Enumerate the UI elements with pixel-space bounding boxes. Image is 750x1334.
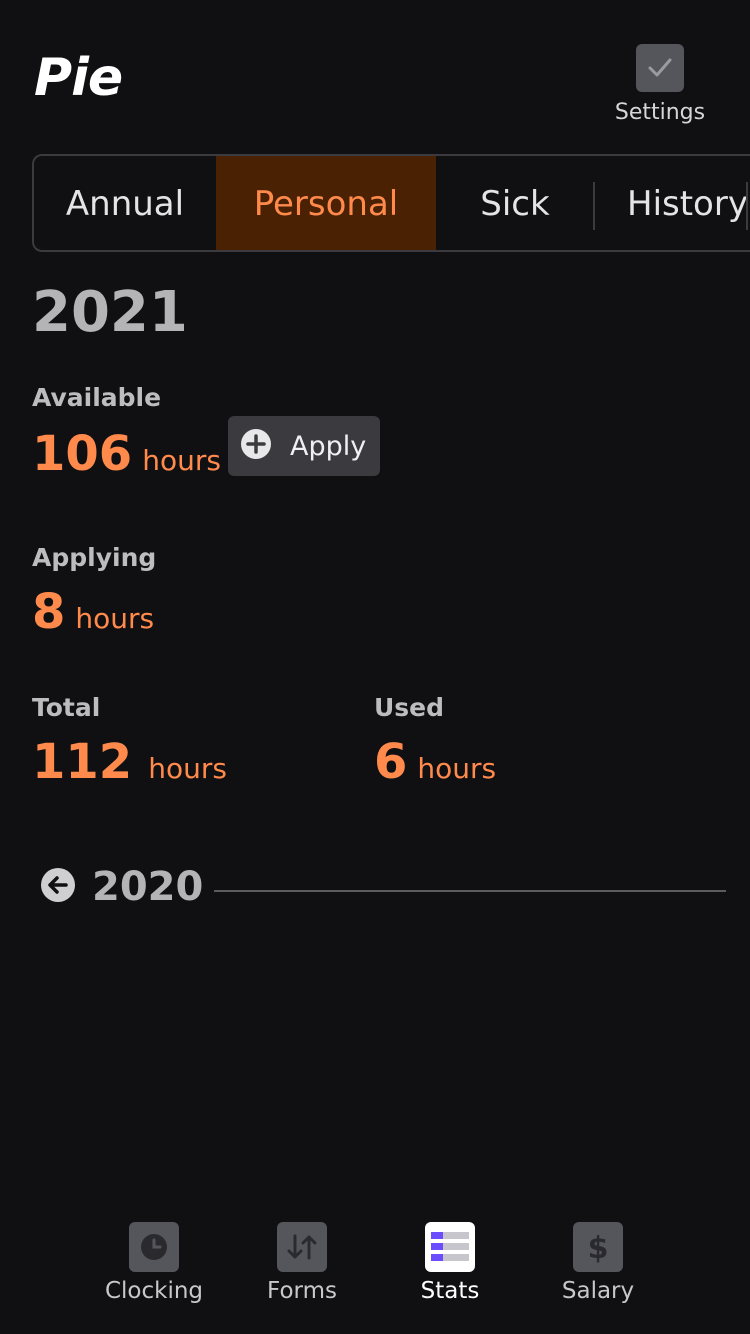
arrow-left-circle-icon <box>40 867 76 907</box>
total-value: 112 hours <box>32 734 227 790</box>
total-label: Total <box>32 693 101 722</box>
used-number: 6 <box>374 734 408 790</box>
nav-label-stats: Stats <box>420 1278 480 1304</box>
leave-type-tabs: Annual Personal Sick History <box>32 154 750 252</box>
checkmark-icon <box>636 44 684 92</box>
dollar-icon: $ <box>573 1222 623 1272</box>
available-unit: hours <box>142 444 221 477</box>
apply-button-label: Apply <box>290 430 367 462</box>
tab-sick[interactable]: Sick <box>436 156 594 250</box>
previous-year-button[interactable]: 2020 <box>40 864 203 910</box>
plus-circle-icon <box>240 428 272 464</box>
used-label: Used <box>374 693 445 722</box>
available-label: Available <box>32 383 162 412</box>
tab-history[interactable]: History <box>595 156 750 250</box>
tab-personal[interactable]: Personal <box>216 156 436 250</box>
applying-label: Applying <box>32 543 157 572</box>
total-number: 112 <box>32 734 133 790</box>
nav-label-forms: Forms <box>267 1278 337 1304</box>
nav-item-salary[interactable]: $ Salary <box>524 1220 672 1304</box>
settings-button[interactable]: Settings <box>606 44 714 125</box>
applying-unit: hours <box>75 602 155 635</box>
bottom-nav: Clocking Forms Stats $ Salary <box>0 1220 750 1334</box>
nav-item-stats[interactable]: Stats <box>376 1220 524 1304</box>
available-value: 106 hours <box>32 426 221 482</box>
previous-year-label: 2020 <box>92 864 204 910</box>
nav-item-forms[interactable]: Forms <box>228 1220 376 1304</box>
svg-text:$: $ <box>588 1231 609 1264</box>
current-year: 2021 <box>32 280 188 345</box>
nav-label-salary: Salary <box>561 1278 635 1304</box>
used-unit: hours <box>417 752 497 785</box>
swap-arrows-icon <box>277 1222 327 1272</box>
apply-button[interactable]: Apply <box>228 416 380 476</box>
app-title: Pie <box>34 48 123 108</box>
applying-number: 8 <box>32 584 66 640</box>
clock-icon <box>129 1222 179 1272</box>
tab-annual[interactable]: Annual <box>34 156 216 250</box>
applying-value: 8 hours <box>32 584 154 640</box>
tab-divider <box>746 182 748 230</box>
nav-label-clocking: Clocking <box>104 1278 204 1304</box>
stats-list-icon <box>425 1222 475 1272</box>
total-unit: hours <box>148 752 227 785</box>
available-number: 106 <box>32 426 133 482</box>
year-divider <box>214 890 726 892</box>
nav-item-clocking[interactable]: Clocking <box>80 1220 228 1304</box>
used-value: 6 hours <box>374 734 496 790</box>
settings-label: Settings <box>614 100 706 125</box>
